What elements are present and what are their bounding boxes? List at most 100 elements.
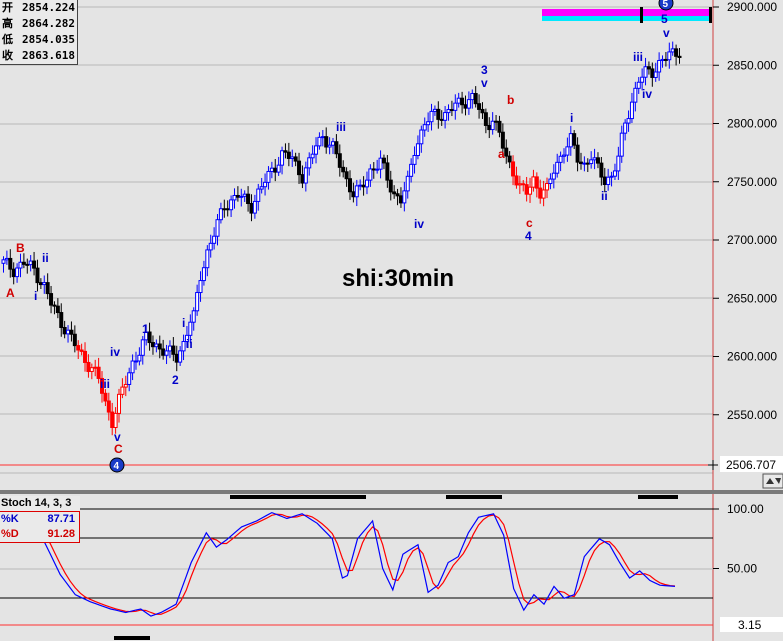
wave-label: iv [110, 345, 120, 359]
target-zone-marker-right [709, 7, 712, 23]
target-zone [542, 7, 712, 23]
stoch-k-row: %K 87.71 [1, 512, 79, 527]
candle [511, 155, 516, 186]
candle [106, 392, 111, 421]
candle [490, 112, 495, 135]
candle [480, 102, 485, 119]
chart-title: shi:30min [342, 265, 455, 292]
ohlc-high-row: 高 2864.282 [2, 16, 75, 32]
candle [426, 112, 431, 132]
wave-circle-marker: 5 [658, 0, 674, 11]
price-tick-label: 2700.000 [727, 233, 777, 247]
d-value: 91.28 [47, 528, 75, 540]
wave-label: v [481, 76, 488, 90]
candle [419, 125, 424, 153]
candle [290, 149, 295, 167]
candle [293, 152, 298, 167]
candle [612, 163, 617, 180]
low-value: 2854.035 [22, 33, 75, 46]
crosshair-icon [708, 460, 718, 470]
candle [249, 194, 254, 222]
candle [463, 95, 468, 116]
candle [137, 347, 142, 366]
candle [42, 275, 47, 294]
candle [361, 176, 366, 196]
candle [276, 156, 281, 176]
candle [568, 125, 573, 156]
stoch-values: %K 87.71 %D 91.28 [0, 511, 80, 543]
candle [317, 132, 322, 150]
candle [191, 307, 196, 331]
candle [45, 273, 50, 300]
candle [606, 168, 611, 191]
candle [555, 153, 560, 178]
candle [334, 134, 339, 159]
current-price-value: 2506.707 [726, 458, 776, 472]
candle [195, 284, 200, 316]
scroll-arrows-icon[interactable] [762, 473, 783, 489]
candle [174, 345, 179, 372]
candle [477, 94, 482, 119]
chart-canvas[interactable]: 2900.000 2850.000 2800.000 2750.000 2700.000… [0, 0, 783, 641]
target-zone-magenta [542, 9, 711, 16]
candle [392, 185, 397, 199]
candle [239, 188, 244, 207]
candle [494, 115, 499, 131]
candle [565, 137, 570, 162]
candle [133, 351, 138, 370]
candle [269, 161, 274, 179]
candle [578, 152, 583, 170]
candle [623, 119, 628, 141]
wave-label: iv [642, 87, 652, 101]
open-label: 开 [2, 1, 13, 14]
candle [398, 187, 403, 208]
candle [388, 170, 393, 201]
candle [337, 144, 342, 177]
stoch-k-line [39, 511, 676, 617]
candle [674, 44, 679, 66]
stoch-axis[interactable]: 100.00 50.00 [713, 502, 764, 576]
candle [660, 55, 665, 68]
candle [358, 179, 363, 191]
price-axis[interactable]: 2900.000 2850.000 2800.000 2750.000 2700.000… [713, 0, 777, 422]
wave-label: 4 [525, 229, 532, 243]
wave-circle-marker: 4 [109, 457, 125, 473]
candle [167, 340, 172, 359]
panel-separator[interactable] [0, 490, 783, 494]
candle [55, 298, 60, 319]
candle [283, 143, 288, 159]
candle [235, 186, 240, 202]
candle [650, 62, 655, 87]
candle [524, 176, 529, 202]
stoch-series [39, 511, 676, 617]
svg-text:5: 5 [663, 0, 669, 10]
candle [331, 137, 336, 154]
wave-label: c [526, 216, 533, 230]
candle [140, 336, 145, 365]
candle [657, 52, 662, 81]
price-tick-label: 2650.000 [727, 291, 777, 305]
candle [599, 157, 604, 186]
candle [470, 89, 475, 109]
candle [198, 271, 203, 302]
stoch-current-value: 3.15 [738, 618, 762, 632]
wave-label: iii [633, 50, 643, 64]
svg-text:4: 4 [114, 461, 120, 472]
candle [653, 62, 658, 82]
candle [215, 214, 220, 246]
ohlc-open-row: 开 2854.224 [2, 0, 75, 16]
candle [256, 183, 261, 211]
candle [449, 100, 454, 117]
wave-label: i [34, 289, 37, 303]
candle [609, 171, 614, 187]
candle [375, 159, 380, 174]
candle [49, 285, 54, 314]
target-zone-marker-left [640, 7, 643, 23]
candle [123, 375, 128, 397]
wave-label: b [507, 93, 514, 107]
wave-label: A [6, 286, 15, 300]
candle [310, 145, 315, 165]
candle [225, 200, 230, 217]
candle [52, 301, 57, 315]
candle [32, 251, 37, 276]
